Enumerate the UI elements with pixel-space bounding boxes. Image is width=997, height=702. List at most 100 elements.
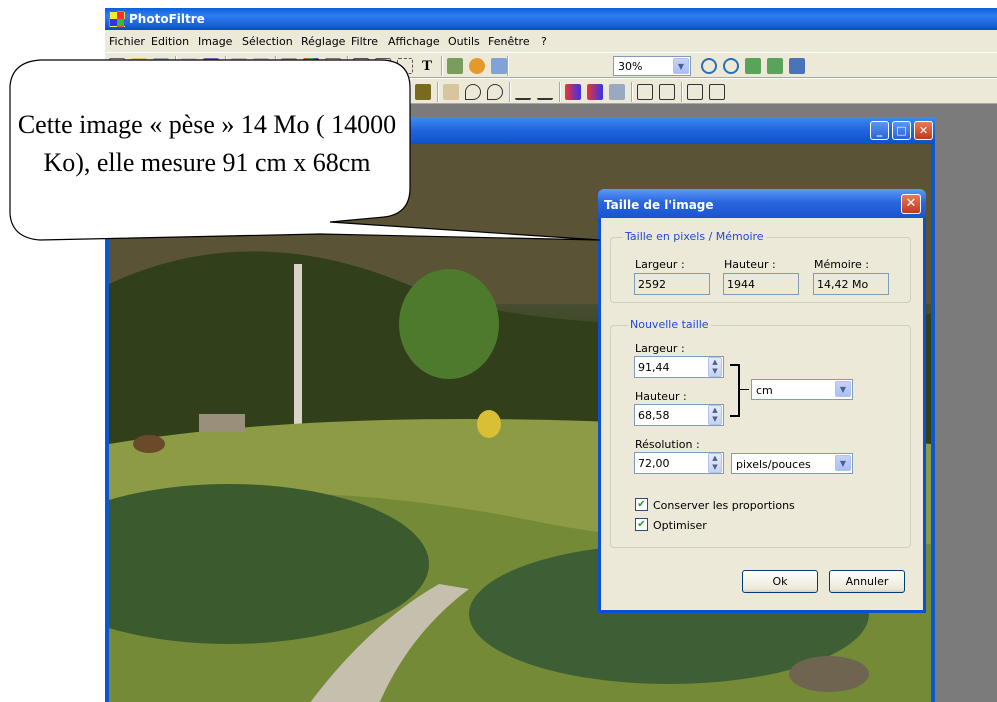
menu-bar: Fichier Edition Image Sélection Réglage … — [105, 30, 997, 52]
image-size-icon[interactable] — [353, 58, 369, 74]
menu-affichage[interactable]: Affichage — [388, 35, 440, 48]
maximize-icon[interactable]: □ — [892, 121, 911, 140]
toolbar-separator — [441, 56, 442, 76]
scan-icon[interactable] — [203, 58, 219, 74]
memory-label: Mémoire : — [814, 258, 870, 271]
unit-value: cm — [756, 384, 773, 397]
rotate-right-icon[interactable] — [709, 84, 725, 100]
sharpen-icon[interactable] — [515, 84, 531, 100]
memory-field: 14,42 Mo — [813, 273, 889, 295]
new-height-label: Hauteur : — [635, 390, 687, 403]
menu-selection[interactable]: Sélection — [242, 35, 293, 48]
full-screen-icon[interactable] — [789, 58, 805, 74]
unit-dropdown[interactable]: cm ▼ — [751, 379, 853, 400]
open-folder-icon[interactable] — [131, 58, 147, 74]
crop-icon[interactable] — [325, 58, 341, 74]
plugin-icon[interactable] — [469, 58, 485, 74]
chevron-down-icon[interactable]: ▼ — [835, 381, 851, 397]
toolbar-separator — [347, 56, 348, 76]
menu-reglage[interactable]: Réglage — [301, 35, 345, 48]
text-tool-icon[interactable]: T — [419, 58, 435, 74]
menu-fichier[interactable]: Fichier — [109, 35, 145, 48]
image-size-dialog: Taille de l'image ✕ Taille en pixels / M… — [598, 189, 926, 613]
annotation-callout-text: Cette image « pèse » 14 Mo ( 14000 Ko), … — [17, 110, 397, 177]
selection-icon[interactable] — [397, 58, 413, 74]
mirror-icon[interactable] — [659, 84, 675, 100]
close-icon[interactable]: ✕ — [914, 121, 933, 140]
current-width-label: Largeur : — [635, 258, 685, 271]
color-balance-icon[interactable] — [565, 84, 581, 100]
texture-icon[interactable] — [415, 84, 431, 100]
save-icon[interactable] — [153, 58, 169, 74]
chevron-down-icon[interactable]: ▼ — [835, 455, 851, 471]
zoom-dropdown[interactable]: 30% ▼ — [613, 56, 691, 76]
photofiltre-app-icon — [109, 11, 125, 27]
toolbar-separator — [437, 82, 438, 102]
width-spinner[interactable]: ▲ ▼ — [708, 357, 722, 377]
keep-proportions-checkbox[interactable]: ✔ — [635, 498, 648, 511]
print-icon[interactable] — [181, 58, 197, 74]
current-width-field: 2592 — [634, 273, 710, 295]
new-file-icon[interactable] — [109, 58, 125, 74]
menu-filtre[interactable]: Filtre — [351, 35, 378, 48]
optimize-label[interactable]: Optimiser — [653, 519, 707, 532]
grid-icon[interactable] — [393, 84, 409, 100]
toolbar-separator — [509, 82, 510, 102]
resolution-spinner[interactable]: ▲ ▼ — [708, 453, 722, 473]
close-icon[interactable]: ✕ — [901, 194, 921, 214]
keep-proportions-label[interactable]: Conserver les proportions — [653, 499, 795, 512]
app-title: PhotoFiltre — [129, 12, 205, 26]
menu-help[interactable]: ? — [541, 35, 547, 48]
transform-icon[interactable] — [367, 84, 383, 100]
frame-icon[interactable] — [609, 84, 625, 100]
resolution-unit-value: pixels/pouces — [736, 458, 811, 471]
blur-icon[interactable] — [537, 84, 553, 100]
resolution-unit-dropdown[interactable]: pixels/pouces ▼ — [731, 453, 853, 474]
current-height-label: Hauteur : — [724, 258, 776, 271]
toolbar-separator — [559, 82, 560, 102]
toolbar-separator — [175, 56, 176, 76]
app-titlebar[interactable]: PhotoFiltre — [105, 8, 997, 30]
drop-icon[interactable] — [465, 84, 481, 100]
proportion-bracket — [730, 364, 740, 417]
zoom-value: 30% — [618, 60, 643, 73]
minimize-icon[interactable]: _ — [870, 121, 889, 140]
toolbar-separator — [275, 56, 276, 76]
cancel-button[interactable]: Annuler — [829, 570, 905, 593]
toolbar-separator — [507, 56, 508, 76]
toolbar-separator — [225, 56, 226, 76]
zoom-out-icon[interactable] — [723, 58, 739, 74]
zoom-actual-size-icon[interactable] — [745, 58, 761, 74]
redo-icon[interactable] — [253, 58, 269, 74]
new-size-group-title: Nouvelle taille — [628, 318, 711, 331]
dialog-titlebar[interactable]: Taille de l'image ✕ — [598, 189, 926, 218]
optimize-checkbox[interactable]: ✔ — [635, 518, 648, 531]
proportion-bracket-link — [740, 389, 749, 390]
rotate-left-icon[interactable] — [687, 84, 703, 100]
grayscale-icon[interactable] — [281, 58, 297, 74]
new-width-label: Largeur : — [635, 342, 685, 355]
dialog-body: Taille en pixels / Mémoire Largeur : Hau… — [601, 218, 923, 610]
window-icon[interactable] — [491, 58, 507, 74]
menu-fenetre[interactable]: Fenêtre — [488, 35, 530, 48]
menu-outils[interactable]: Outils — [448, 35, 480, 48]
resolution-label: Résolution : — [635, 438, 700, 451]
height-spinner[interactable]: ▲ ▼ — [708, 405, 722, 425]
palette-icon[interactable] — [303, 58, 319, 74]
undo-icon[interactable] — [231, 58, 247, 74]
canvas-size-icon[interactable] — [375, 58, 391, 74]
filters-toolbar — [105, 78, 997, 104]
chevron-down-icon[interactable]: ▼ — [673, 58, 689, 74]
toolbar-separator — [387, 82, 388, 102]
menu-image[interactable]: Image — [198, 35, 232, 48]
flip-icon[interactable] — [637, 84, 653, 100]
drop-outline-icon[interactable] — [487, 84, 503, 100]
zoom-in-icon[interactable] — [701, 58, 717, 74]
current-size-group-title: Taille en pixels / Mémoire — [623, 230, 766, 243]
explorer-icon[interactable] — [447, 58, 463, 74]
gradient-icon[interactable] — [587, 84, 603, 100]
brightness-icon[interactable] — [443, 84, 459, 100]
menu-edition[interactable]: Edition — [151, 35, 189, 48]
ok-button[interactable]: Ok — [742, 570, 818, 593]
zoom-fit-icon[interactable] — [767, 58, 783, 74]
